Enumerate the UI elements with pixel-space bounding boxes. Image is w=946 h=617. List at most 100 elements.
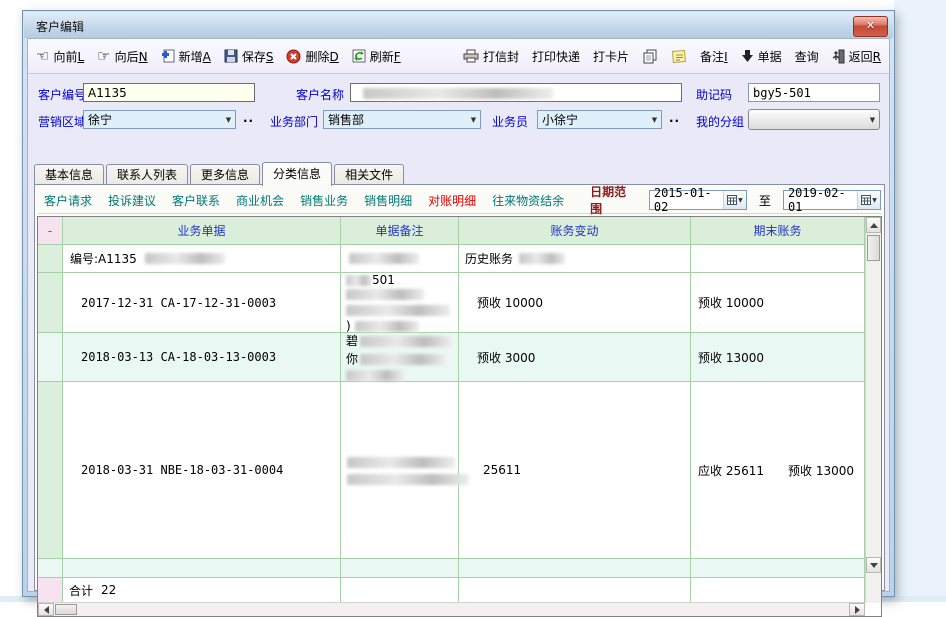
header-doc[interactable]: 业务单据: [63, 217, 341, 245]
new-page-icon: [161, 49, 175, 63]
copy-docs-button[interactable]: [642, 49, 658, 64]
customer-code-label: 客户编号: [38, 86, 86, 103]
region-combobox[interactable]: 徐宁▼: [83, 110, 236, 129]
header-marker: -: [38, 217, 63, 245]
salesman-more-button[interactable]: ..: [669, 111, 680, 125]
toolbar: ☜ 向前L ☞ 向后N 新增A 保存S 删除D: [28, 39, 889, 74]
doc-cell: 2017-12-31 CA-17-12-31-0003: [81, 296, 276, 310]
tab-strip: 基本信息 联系人列表 更多信息 分类信息 相关文件: [34, 161, 406, 185]
salesman-combobox[interactable]: 小徐宁▼: [537, 110, 662, 129]
print-express-button[interactable]: 打印快递: [532, 48, 580, 65]
category-info-panel: 客户请求 投诉建议 客户联系 商业机会 销售业务 销售明细 对账明细 往来物资结…: [34, 184, 885, 591]
subnav-material-balance[interactable]: 往来物资结余: [492, 192, 564, 209]
prev-button[interactable]: ☜ 向前L: [36, 48, 84, 65]
vertical-scrollbar[interactable]: [865, 217, 881, 603]
horizontal-scrollbar[interactable]: [38, 602, 865, 616]
header-balance[interactable]: 期末账务: [691, 217, 865, 245]
department-combobox[interactable]: 销售部▼: [323, 110, 481, 129]
next-button[interactable]: ☞ 向后N: [97, 48, 147, 65]
query-button[interactable]: 查询: [795, 48, 819, 65]
window-title: 客户编辑: [36, 18, 84, 35]
subnav-business-chance[interactable]: 商业机会: [236, 192, 284, 209]
table-row[interactable]: 2018-03-31 NBE-18-03-31-0004 25611 应收 25…: [38, 382, 865, 559]
tab-category-info[interactable]: 分类信息: [262, 162, 332, 186]
change-cell: 预收 10000: [477, 294, 543, 311]
grid-header-row: - 业务单据 单据备注 账务变动 期末账务: [38, 217, 865, 245]
add-button[interactable]: 新增A: [161, 48, 211, 65]
print-envelope-button[interactable]: 打信封: [463, 48, 519, 65]
table-row[interactable]: [38, 559, 865, 578]
grid-table: - 业务单据 单据备注 账务变动 期末账务 编号:A1135 历史账务: [38, 217, 865, 603]
my-group-combobox[interactable]: ▼: [748, 109, 880, 130]
tab-basic-info[interactable]: 基本信息: [34, 164, 104, 185]
tab-more-info[interactable]: 更多信息: [190, 164, 260, 185]
customer-form: 客户编号 A1135 客户名称 助记码 bgy5-501 营销区域 徐宁▼ ..…: [28, 75, 889, 134]
close-button[interactable]: ✕: [853, 16, 888, 37]
subnav-sales-detail[interactable]: 销售明细: [364, 192, 412, 209]
triangle-down-icon: [870, 563, 878, 568]
date-to-picker[interactable]: 2019-02-01 ▼: [783, 190, 881, 210]
header-change[interactable]: 账务变动: [459, 217, 691, 245]
my-group-label: 我的分组: [696, 113, 744, 130]
scroll-right-button[interactable]: [849, 603, 865, 616]
customer-code-input[interactable]: A1135: [83, 83, 255, 102]
back-button[interactable]: 返回R: [832, 48, 881, 65]
scroll-up-button[interactable]: [866, 217, 881, 233]
desktop-background: [894, 0, 946, 602]
scroll-down-button[interactable]: [866, 557, 881, 573]
client-area: ☜ 向前L ☞ 向后N 新增A 保存S 删除D: [27, 38, 890, 592]
calendar-icon[interactable]: ▼: [857, 191, 880, 209]
calendar-icon[interactable]: ▼: [723, 191, 746, 209]
delete-button[interactable]: 删除D: [286, 48, 338, 65]
refresh-icon: [352, 49, 366, 63]
table-row[interactable]: 2017-12-31 CA-17-12-31-0003 501 ) 预收 100…: [38, 273, 865, 333]
print-card-button[interactable]: 打卡片: [593, 48, 629, 65]
bill-button[interactable]: 单据: [741, 48, 782, 65]
subnav-customer-contact[interactable]: 客户联系: [172, 192, 220, 209]
refresh-button[interactable]: 刷新F: [352, 48, 401, 65]
mnemonic-input[interactable]: bgy5-501: [748, 83, 880, 102]
region-more-button[interactable]: ..: [243, 111, 254, 125]
screen: 客户编辑 ✕ ☜ 向前L ☞ 向后N 新增A: [0, 0, 946, 602]
redacted-blur: [145, 253, 225, 264]
note-fragment: 碧: [346, 334, 358, 348]
doc-cell: 2018-03-31 NBE-18-03-31-0004: [81, 463, 283, 477]
date-from-picker[interactable]: 2015-01-02 ▼: [649, 190, 747, 210]
subnav-customer-request[interactable]: 客户请求: [44, 192, 92, 209]
table-row[interactable]: 2018-03-13 CA-18-03-13-0003 碧 你 预收 3000 …: [38, 333, 865, 382]
redacted-blur: [360, 354, 446, 365]
hand-right-icon: ☞: [97, 49, 110, 63]
tab-contact-list[interactable]: 联系人列表: [106, 164, 188, 185]
vertical-scroll-thumb[interactable]: [867, 235, 880, 261]
customer-name-input[interactable]: [350, 83, 682, 102]
redacted-blur: [519, 253, 565, 264]
note-fragment: 501: [372, 273, 395, 287]
exit-icon: [832, 49, 845, 64]
table-row[interactable]: 编号:A1135 历史账务: [38, 245, 865, 273]
down-arrow-icon: [741, 49, 754, 63]
subnav-sales-business[interactable]: 销售业务: [300, 192, 348, 209]
row-marker: [38, 382, 63, 559]
customer-edit-window: 客户编辑 ✕ ☜ 向前L ☞ 向后N 新增A: [22, 10, 895, 597]
tab-related-files[interactable]: 相关文件: [334, 164, 404, 185]
hand-left-icon: ☜: [36, 49, 49, 63]
header-note[interactable]: 单据备注: [341, 217, 459, 245]
footer-marker: [38, 578, 63, 603]
subnav-statement-detail[interactable]: 对账明细: [428, 192, 476, 209]
note-button[interactable]: 备注I: [700, 48, 728, 65]
chevron-down-icon: ▼: [648, 116, 661, 124]
balance-cell: 预收 13000: [698, 349, 764, 366]
change-cell: 预收 3000: [477, 349, 535, 366]
subnav-complaint[interactable]: 投诉建议: [108, 192, 156, 209]
row-marker: [38, 245, 63, 273]
close-icon: ✕: [866, 19, 875, 32]
scroll-left-button[interactable]: [38, 603, 54, 616]
save-button[interactable]: 保存S: [224, 48, 274, 65]
triangle-left-icon: [44, 606, 49, 614]
horizontal-scroll-thumb[interactable]: [55, 604, 77, 615]
sticky-note-button[interactable]: [671, 49, 687, 64]
title-bar[interactable]: 客户编辑 ✕: [24, 12, 893, 38]
redacted-blur: [346, 275, 372, 286]
redacted-blur: [349, 253, 419, 264]
printer-icon: [463, 49, 479, 63]
